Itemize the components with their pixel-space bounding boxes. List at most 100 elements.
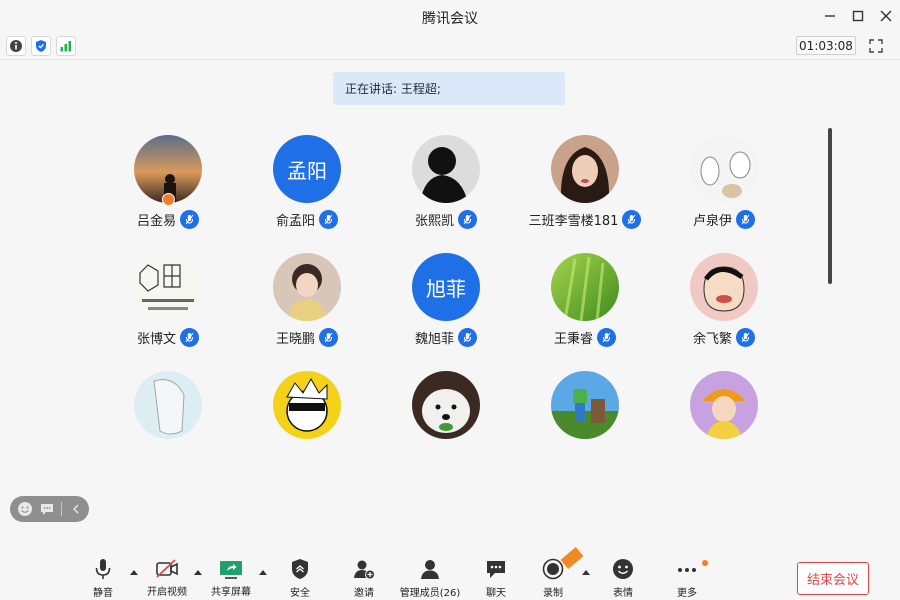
participant-name: 魏旭菲 (414, 331, 454, 347)
participant-tile[interactable] (103, 371, 233, 441)
shield-icon[interactable] (31, 36, 51, 56)
participant-name: 余飞繁 (692, 331, 732, 347)
window-title: 腾讯会议 (422, 11, 478, 27)
reactions-button[interactable]: 表情 (610, 558, 636, 599)
mic-icon (180, 327, 199, 347)
avatar: 旭菲 (412, 253, 480, 321)
emoji-icon[interactable] (17, 501, 33, 517)
minimize-icon[interactable] (820, 6, 840, 26)
avatar (412, 135, 480, 203)
participant-tile[interactable]: 旭菲 魏旭菲 (381, 253, 511, 363)
participant-tile[interactable]: 王秉睿 (520, 253, 650, 363)
chat-label: 聊天 (486, 588, 506, 599)
participant-name: 张博文 (136, 331, 176, 347)
avatar (690, 253, 758, 321)
more-dots-icon (675, 558, 699, 580)
avatar (273, 371, 341, 439)
speaking-banner: 正在讲话: 王程超; (333, 72, 565, 105)
participant-tile[interactable]: 张熙凯 (381, 135, 511, 245)
microphone-icon (91, 558, 115, 580)
manage-members-label: 管理成员(26) (399, 588, 461, 599)
members-icon (418, 558, 442, 580)
chat-icon (484, 558, 508, 580)
avatar (412, 371, 480, 439)
invite-user-icon (352, 558, 376, 580)
share-screen-label: 共享屏幕 (211, 587, 251, 598)
start-video-button[interactable]: 开启视频 (145, 558, 189, 598)
smile-icon (611, 558, 635, 580)
avatar (551, 253, 619, 321)
host-icon (162, 193, 175, 206)
chat-bubble-icon[interactable] (39, 501, 55, 517)
participant-tile[interactable] (242, 371, 372, 441)
participant-name: 三班李雪楼181 (528, 213, 619, 229)
chat-button[interactable]: 聊天 (483, 558, 509, 599)
participant-tile[interactable]: 张博文 (103, 253, 233, 363)
more-label: 更多 (677, 588, 697, 599)
record-label: 录制 (543, 588, 563, 599)
start-video-label: 开启视频 (147, 587, 187, 598)
participant-tile[interactable]: 孟阳 俞孟阳 (242, 135, 372, 245)
manage-members-button[interactable]: 管理成员(26) (399, 558, 461, 599)
fullscreen-icon[interactable] (866, 36, 886, 56)
avatar (551, 371, 619, 439)
share-options-caret[interactable] (259, 570, 267, 575)
participant-name: 王秉睿 (553, 331, 593, 347)
info-bar: 01:03:08 (0, 32, 900, 60)
participant-tile[interactable] (520, 371, 650, 441)
avatar (134, 253, 202, 321)
participant-tile[interactable]: 三班李雪楼181 (520, 135, 650, 245)
mic-icon (597, 327, 616, 347)
maximize-icon[interactable] (848, 6, 868, 26)
shield-icon (288, 558, 312, 580)
info-icon[interactable] (6, 36, 26, 56)
participant-tile[interactable] (659, 371, 789, 441)
mic-icon (458, 327, 477, 347)
participant-tile[interactable]: 余飞繁 (659, 253, 789, 363)
mic-icon (622, 209, 642, 229)
mute-button[interactable]: 静音 (90, 558, 116, 599)
close-icon[interactable] (876, 6, 896, 26)
participant-tile[interactable]: 吕金易 (103, 135, 233, 245)
end-meeting-button[interactable]: 结束会议 (797, 562, 869, 595)
avatar: 孟阳 (273, 135, 341, 203)
participant-name: 俞孟阳 (275, 213, 315, 229)
mic-icon (319, 327, 338, 347)
participant-name: 张熙凯 (414, 213, 454, 229)
avatar (690, 371, 758, 439)
mic-icon (736, 209, 755, 229)
mute-label: 静音 (93, 588, 113, 599)
divider (61, 502, 62, 516)
security-button[interactable]: 安全 (287, 558, 313, 599)
scrollbar[interactable] (828, 128, 832, 284)
more-button[interactable]: 更多 (674, 558, 700, 599)
avatar (134, 371, 202, 439)
record-button[interactable]: 录制 (540, 558, 566, 599)
avatar (690, 135, 758, 203)
participant-tile[interactable]: 卢泉伊 (659, 135, 789, 245)
invite-button[interactable]: 邀请 (351, 558, 377, 599)
reactions-label: 表情 (613, 588, 633, 599)
share-screen-icon (219, 558, 243, 579)
participant-tile[interactable]: 王晓鹏 (242, 253, 372, 363)
avatar (273, 253, 341, 321)
video-options-caret[interactable] (194, 570, 202, 575)
security-label: 安全 (290, 588, 310, 599)
chevron-left-icon[interactable] (68, 501, 84, 517)
mic-icon (180, 209, 199, 229)
participant-name: 王晓鹏 (275, 331, 315, 347)
invite-label: 邀请 (354, 588, 374, 599)
record-options-caret[interactable] (582, 570, 590, 575)
share-screen-button[interactable]: 共享屏幕 (209, 558, 253, 598)
signal-icon[interactable] (56, 36, 76, 56)
mute-options-caret[interactable] (130, 570, 138, 575)
participant-name: 卢泉伊 (692, 213, 732, 229)
notification-dot (702, 560, 708, 566)
participant-name: 吕金易 (136, 213, 176, 229)
video-off-icon (155, 558, 179, 579)
participant-tile[interactable] (381, 371, 511, 441)
floating-toolbar[interactable] (10, 496, 89, 522)
title-bar: 腾讯会议 (0, 0, 900, 32)
mic-icon (736, 327, 755, 347)
meeting-timer: 01:03:08 (796, 36, 856, 55)
